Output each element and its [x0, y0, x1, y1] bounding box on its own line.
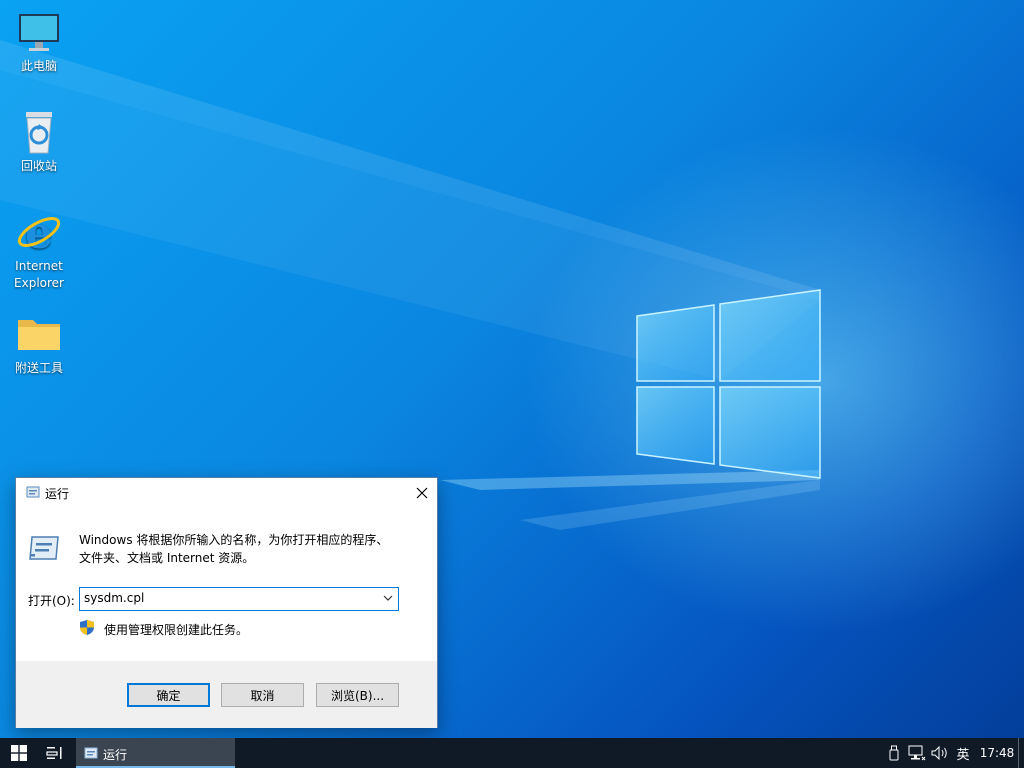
desktop-icon-tools-folder[interactable]: 附送工具	[3, 310, 75, 377]
usb-tray-button[interactable]	[884, 738, 904, 768]
run-program-icon	[29, 536, 59, 560]
desktop-icon-label: 回收站	[20, 159, 57, 173]
desktop-icon-recycle-bin[interactable]: 回收站	[3, 108, 75, 175]
network-icon	[908, 745, 926, 761]
show-desktop-button[interactable]	[1018, 738, 1024, 768]
browse-button[interactable]: 浏览(B)...	[316, 683, 399, 707]
dialog-titlebar[interactable]: 运行	[16, 478, 437, 507]
uac-shield-icon	[80, 620, 94, 635]
desktop-icon-label-line2: Explorer	[14, 276, 64, 290]
description-line-2: 文件夹、文档或 Internet 资源。	[79, 551, 255, 565]
open-label: 打开(O):	[28, 594, 75, 608]
chevron-down-icon[interactable]	[383, 594, 393, 602]
description-line-1: Windows 将根据你所输入的名称，为你打开相应的程序、	[79, 533, 389, 547]
run-icon	[84, 747, 98, 759]
task-view-icon	[46, 747, 62, 759]
taskbar-app-label: 运行	[103, 748, 128, 762]
open-input[interactable]: sysdm.cpl	[84, 591, 144, 605]
usb-drive-icon	[889, 745, 899, 761]
ok-button[interactable]: 确定	[127, 683, 210, 707]
input-method-indicator[interactable]: 英	[952, 738, 974, 768]
desktop-icon-this-pc[interactable]: 此电脑	[3, 8, 75, 75]
task-view-button[interactable]	[38, 738, 72, 768]
desktop-icon-label-line1: Internet	[15, 259, 63, 273]
run-dialog: 运行 Windows 将根据你所输入的名称，为你打开相应的程序、 文件夹、文档或…	[15, 477, 438, 728]
admin-note-text: 使用管理权限创建此任务。	[104, 623, 249, 637]
close-icon	[416, 487, 428, 498]
volume-tray-button[interactable]	[930, 738, 950, 768]
clock[interactable]: 17:48	[976, 738, 1018, 768]
svg-text:e: e	[25, 208, 53, 256]
taskbar-app-run[interactable]: 运行	[76, 738, 235, 768]
desktop-icon-internet-explorer[interactable]: e Internet Explorer	[3, 208, 75, 292]
dialog-button-bar: 确定 取消 浏览(B)...	[16, 661, 437, 728]
dialog-title: 运行	[45, 487, 70, 501]
this-pc-icon	[19, 14, 59, 51]
network-tray-button[interactable]	[906, 738, 928, 768]
dialog-description: Windows 将根据你所输入的名称，为你打开相应的程序、 文件夹、文档或 In…	[79, 531, 419, 567]
windows-start-icon	[11, 745, 27, 761]
cancel-button[interactable]: 取消	[221, 683, 304, 707]
run-icon	[26, 486, 40, 498]
close-button[interactable]	[407, 478, 437, 507]
folder-icon	[18, 320, 60, 350]
desktop-icon-label: 附送工具	[14, 361, 63, 375]
speaker-icon	[931, 746, 947, 760]
desktop-icon-label: 此电脑	[20, 59, 57, 73]
start-button[interactable]	[0, 738, 38, 768]
open-combobox[interactable]: sysdm.cpl	[79, 587, 399, 611]
internet-explorer-icon: e	[17, 208, 61, 256]
taskbar: 运行 英 17:48	[0, 738, 1024, 768]
recycle-bin-icon	[26, 112, 52, 154]
windows-logo-wallpaper	[636, 289, 821, 479]
